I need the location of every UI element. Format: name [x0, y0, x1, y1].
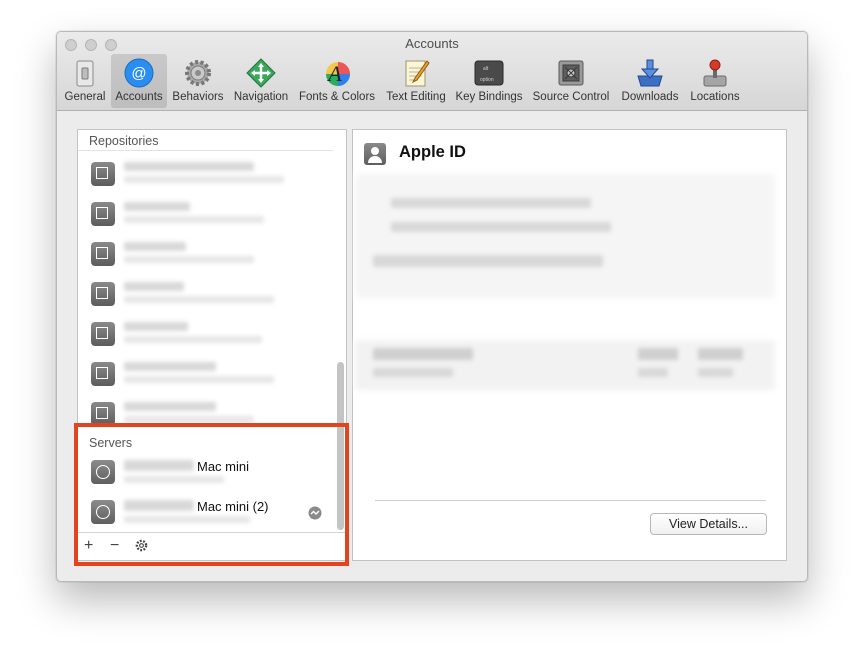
repository-icon	[91, 162, 115, 186]
section-divider	[78, 150, 333, 151]
redacted-text	[638, 348, 678, 360]
toolbar-item-accounts[interactable]: @ Accounts	[111, 54, 167, 108]
repository-item[interactable]	[78, 352, 333, 392]
key-option-label: option	[480, 77, 494, 83]
redacted-text	[373, 255, 603, 267]
redacted-text	[124, 296, 274, 303]
download-tray-icon	[637, 59, 663, 87]
keyboard-key-icon: alt option	[474, 60, 504, 86]
redacted-details	[355, 174, 775, 298]
source-control-vault-icon	[558, 60, 584, 86]
repository-icon	[91, 282, 115, 306]
redacted-text	[124, 202, 190, 211]
toolbar-label: Navigation	[233, 91, 289, 103]
repository-item[interactable]	[78, 192, 333, 232]
toolbar-item-general[interactable]: General	[63, 54, 107, 108]
repository-icon	[91, 242, 115, 266]
redacted-text	[124, 336, 262, 343]
redacted-text	[124, 256, 254, 263]
repository-icon	[91, 362, 115, 386]
at-sign-icon: @	[124, 58, 154, 88]
redacted-text	[373, 348, 473, 360]
divider	[375, 500, 766, 501]
repository-item[interactable]	[78, 232, 333, 272]
repositories-header: Repositories	[89, 134, 159, 148]
redacted-text	[124, 376, 274, 383]
redacted-text	[638, 368, 668, 377]
toolbar-item-navigation[interactable]: Navigation	[230, 54, 292, 108]
toolbar-label: Fonts & Colors	[298, 91, 376, 103]
toolbar-item-locations[interactable]: Locations	[685, 54, 745, 108]
redacted-text	[124, 322, 188, 331]
toolbar-label: General	[64, 91, 106, 103]
toolbar-item-key-bindings[interactable]: alt option Key Bindings	[453, 54, 525, 108]
redacted-text	[124, 176, 284, 183]
redacted-text	[124, 216, 264, 223]
repository-item[interactable]	[78, 152, 333, 192]
toolbar: Accounts General @ Accounts Behaviors Na…	[57, 32, 807, 111]
window-title: Accounts	[405, 36, 459, 51]
toolbar-label: Key Bindings	[455, 91, 523, 103]
detail-title: Apple ID	[399, 143, 466, 161]
key-alt-label: alt	[483, 66, 489, 72]
toolbar-label: Locations	[690, 91, 740, 103]
joystick-icon	[703, 59, 727, 87]
font-color-icon: A	[326, 61, 350, 86]
redacted-text	[698, 368, 733, 377]
repository-item[interactable]	[78, 272, 333, 312]
view-details-button[interactable]: View Details...	[650, 513, 767, 535]
repository-icon	[91, 202, 115, 226]
toolbar-item-text-editing[interactable]: Text Editing	[382, 54, 450, 108]
redacted-text	[124, 242, 186, 251]
redacted-text	[124, 402, 216, 411]
notepad-pencil-icon	[405, 60, 430, 87]
repository-item[interactable]	[78, 312, 333, 352]
svg-text:@: @	[131, 65, 146, 82]
toolbar-item-behaviors[interactable]: Behaviors	[169, 54, 227, 108]
repository-icon	[91, 322, 115, 346]
account-detail-panel: Apple ID View Details...	[352, 129, 787, 561]
toolbar-label: Downloads	[621, 91, 679, 103]
navigation-arrows-icon	[246, 58, 276, 88]
redacted-text	[391, 198, 591, 208]
redacted-text	[124, 362, 216, 371]
redacted-text	[124, 162, 254, 171]
toolbar-label: Text Editing	[386, 91, 446, 103]
general-switch-icon	[76, 60, 94, 87]
toolbar-label: Accounts	[115, 91, 163, 103]
svg-text:A: A	[326, 61, 342, 86]
toolbar-label: Source Control	[532, 91, 610, 103]
toolbar-item-fonts-colors[interactable]: A Fonts & Colors	[295, 54, 379, 108]
highlight-annotation	[74, 423, 349, 566]
person-icon	[364, 143, 386, 165]
gear-icon	[185, 60, 211, 86]
redacted-text	[698, 348, 743, 360]
toolbar-item-downloads[interactable]: Downloads	[617, 54, 683, 108]
redacted-text	[373, 368, 453, 377]
redacted-text	[124, 282, 184, 291]
toolbar-item-source-control[interactable]: Source Control	[530, 54, 612, 108]
toolbar-label: Behaviors	[172, 91, 224, 103]
redacted-text	[391, 222, 611, 232]
redacted-text	[124, 416, 254, 423]
